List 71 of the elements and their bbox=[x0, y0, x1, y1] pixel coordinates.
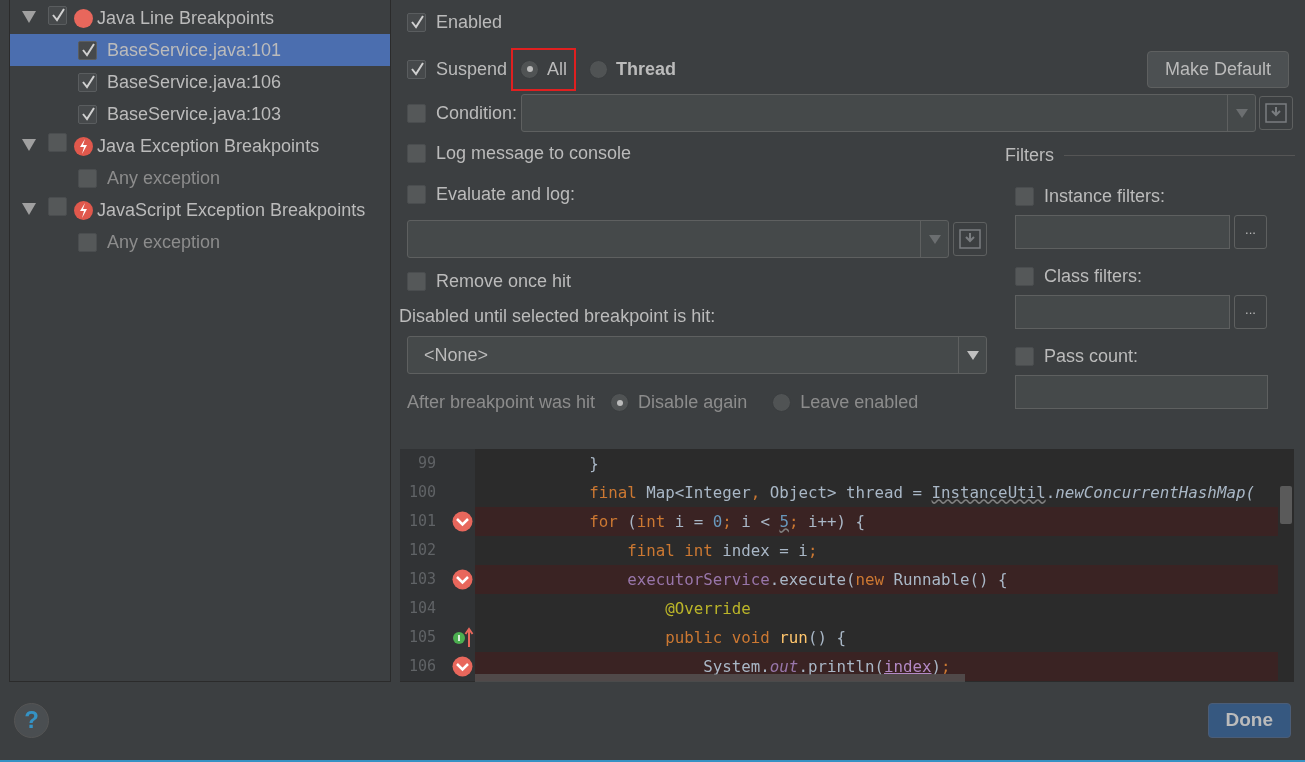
dropdown-arrow-icon bbox=[928, 234, 941, 244]
breakpoint-label[interactable]: BaseService.java:106 bbox=[107, 68, 282, 96]
pass-count-field[interactable] bbox=[1015, 375, 1268, 409]
checkbox[interactable] bbox=[48, 5, 67, 25]
code-line: public void run() { bbox=[664, 626, 847, 649]
radio-label: All bbox=[547, 57, 568, 81]
browse-button[interactable]: ... bbox=[1234, 295, 1267, 329]
checkbox[interactable] bbox=[407, 59, 426, 79]
browse-button[interactable]: ... bbox=[1234, 215, 1267, 249]
checkbox[interactable] bbox=[407, 12, 426, 32]
checkbox-label: Log message to console bbox=[436, 141, 632, 165]
breakpoint-group-label[interactable]: Java Line Breakpoints bbox=[97, 4, 275, 32]
done-button[interactable]: Done bbox=[1207, 702, 1291, 738]
radio-label: Thread bbox=[616, 57, 677, 81]
checkbox-label: Remove once hit bbox=[436, 269, 572, 293]
checkbox[interactable] bbox=[78, 104, 97, 124]
radio-label: Disable again bbox=[638, 391, 748, 414]
evaluate-field[interactable] bbox=[407, 220, 949, 258]
selected-tree-row[interactable]: BaseService.java:101 bbox=[10, 34, 390, 66]
expand-triangle-icon[interactable] bbox=[22, 203, 36, 215]
checkbox[interactable] bbox=[1015, 186, 1034, 206]
breakpoint-check-icon[interactable] bbox=[452, 656, 473, 677]
checkbox[interactable] bbox=[78, 72, 97, 92]
breakpoint-dropdown[interactable]: <None> bbox=[407, 336, 987, 374]
checkbox[interactable] bbox=[1015, 266, 1034, 286]
code-line: final Map<Integer, Object> thread = InstanceUtil.newConcurrentHashMap( bbox=[588, 481, 1256, 504]
checkbox[interactable] bbox=[407, 271, 426, 291]
checkbox-label: Class filters: bbox=[1044, 264, 1142, 288]
breakpoint-group-label[interactable]: Java Exception Breakpoints bbox=[97, 132, 320, 160]
condition-field[interactable] bbox=[521, 94, 1256, 132]
code-line: } bbox=[588, 452, 600, 475]
checkbox[interactable] bbox=[48, 197, 67, 216]
horizontal-scrollbar[interactable] bbox=[475, 674, 965, 682]
checkbox-label: Evaluate and log: bbox=[436, 182, 576, 206]
checkbox[interactable] bbox=[407, 143, 426, 163]
checkbox[interactable] bbox=[407, 103, 426, 123]
breakpoint-check-icon[interactable] bbox=[452, 511, 473, 532]
filter-input-field[interactable] bbox=[1015, 295, 1230, 329]
breakpoint-group-label[interactable]: JavaScript Exception Breakpoints bbox=[97, 196, 366, 224]
checkbox[interactable] bbox=[48, 133, 67, 152]
breakpoint-label[interactable]: BaseService.java:103 bbox=[107, 100, 282, 128]
expand-editor-button[interactable] bbox=[1259, 96, 1293, 130]
breakpoint-check-icon[interactable] bbox=[452, 569, 473, 590]
help-button[interactable]: ? bbox=[14, 702, 49, 738]
checkbox-label: Enabled bbox=[436, 10, 503, 34]
filter-input-field[interactable] bbox=[1015, 215, 1230, 249]
checkbox[interactable] bbox=[1015, 346, 1034, 366]
dropdown-arrow-icon bbox=[1235, 108, 1248, 118]
after-hit-label: After breakpoint was hit bbox=[407, 391, 596, 414]
code-line: final int index = i; bbox=[626, 539, 819, 562]
radio-button[interactable] bbox=[610, 393, 630, 412]
dropdown-arrow-icon bbox=[966, 350, 979, 360]
expand-triangle-icon[interactable] bbox=[22, 139, 36, 151]
checkbox-label: Condition: bbox=[436, 101, 518, 125]
expand-triangle-icon[interactable] bbox=[22, 11, 36, 23]
checkbox-label: Suspend bbox=[436, 57, 508, 81]
implements-arrow-icon[interactable] bbox=[452, 627, 474, 648]
radio-label: Leave enabled bbox=[800, 391, 919, 414]
make-default-button[interactable]: Make Default bbox=[1146, 50, 1289, 88]
checkbox-label: Instance filters: bbox=[1044, 184, 1166, 208]
checkbox-label: Pass count: bbox=[1044, 344, 1139, 368]
lightning-badge-icon bbox=[74, 136, 93, 156]
checkbox[interactable] bbox=[78, 40, 97, 60]
field-label: Disabled until selected breakpoint is hit: bbox=[399, 305, 717, 328]
expand-editor-button[interactable] bbox=[953, 222, 987, 256]
checkbox[interactable] bbox=[407, 184, 426, 204]
filters-heading: Filters bbox=[1005, 144, 1054, 167]
vertical-scrollbar[interactable] bbox=[1280, 486, 1292, 524]
lightning-badge-icon bbox=[74, 200, 93, 220]
code-line: @Override bbox=[664, 597, 752, 620]
breakpoint-label[interactable]: BaseService.java:101 bbox=[107, 36, 282, 64]
